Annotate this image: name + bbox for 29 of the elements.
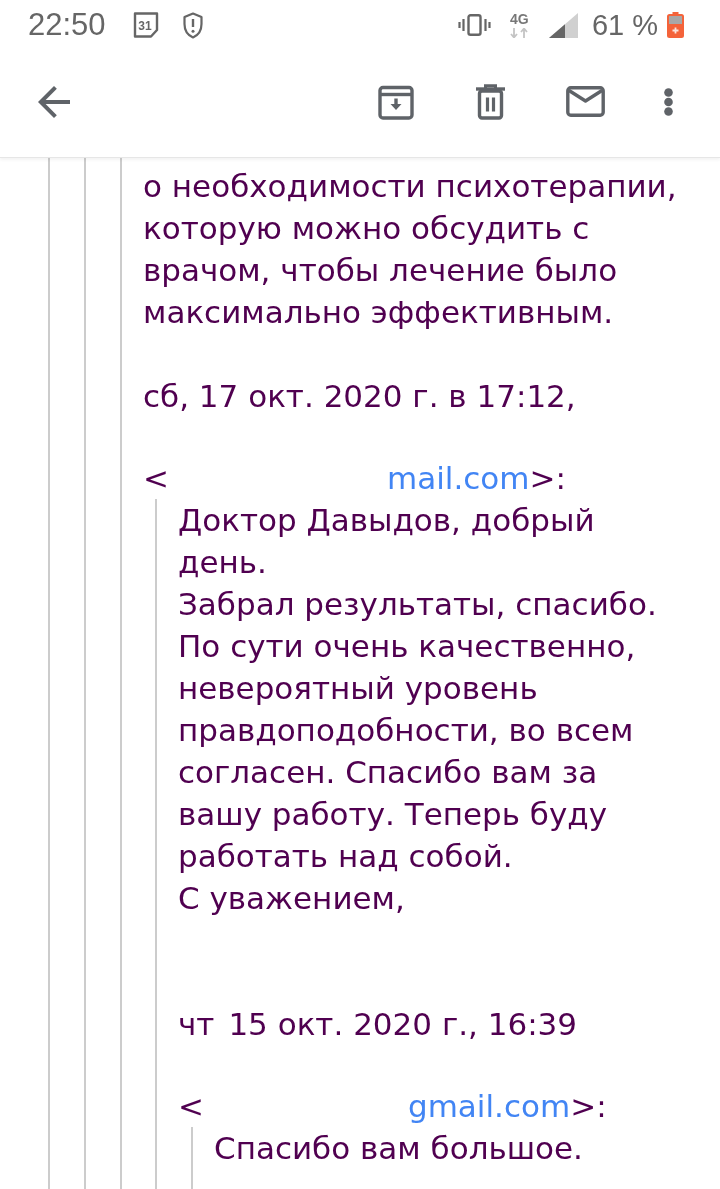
- status-time: 22:50: [28, 7, 106, 43]
- reply-date-text: сб, 17 окт. 2020 г. в 17:12,: [143, 378, 576, 414]
- email-link[interactable]: gmail.com: [408, 1088, 571, 1124]
- email-bracket: >:: [529, 460, 566, 496]
- more-options-icon[interactable]: [664, 87, 673, 116]
- email-link[interactable]: mail.com: [387, 460, 530, 496]
- back-arrow-icon[interactable]: [38, 85, 70, 118]
- message-text: Спасибо вам большое.: [214, 1129, 584, 1168]
- message-text: С уважением,: [178, 879, 406, 918]
- data-arrows-icon: [509, 28, 530, 38]
- reply-date-text: чт: [178, 1006, 215, 1042]
- shield-alert-icon: [182, 11, 203, 39]
- archive-icon[interactable]: [378, 83, 414, 120]
- email-bracket: <: [143, 460, 169, 496]
- message-text: По сути очень качественно, невероятный уровень правдоподобности, во всем согласен. Спасибо вам за вашу работу. Теперь буду работать над собой.: [178, 627, 637, 876]
- signal-icon: [548, 12, 578, 38]
- battery-percent: 61 %: [591, 8, 658, 42]
- calendar-icon: 31: [132, 12, 159, 38]
- battery-icon: [667, 12, 684, 38]
- trash-icon[interactable]: [475, 83, 506, 120]
- message-text: Забрал результаты, спасибо.: [178, 585, 658, 624]
- mail-icon[interactable]: [566, 86, 605, 117]
- network-type: 4G: [510, 12, 529, 26]
- email-bracket: <: [178, 1088, 204, 1124]
- message-text: о необходимости психотерапии, которую можно обсудить с врачом, чтобы лечение было максимально эффективным.: [143, 167, 678, 332]
- email-bracket: >:: [570, 1088, 607, 1124]
- reply-date-text: 15 окт. 2020 г., 16:39: [228, 1006, 578, 1042]
- message-text: Доктор Давыдов, добрый день.: [178, 501, 596, 582]
- vibrate-icon: [457, 14, 491, 36]
